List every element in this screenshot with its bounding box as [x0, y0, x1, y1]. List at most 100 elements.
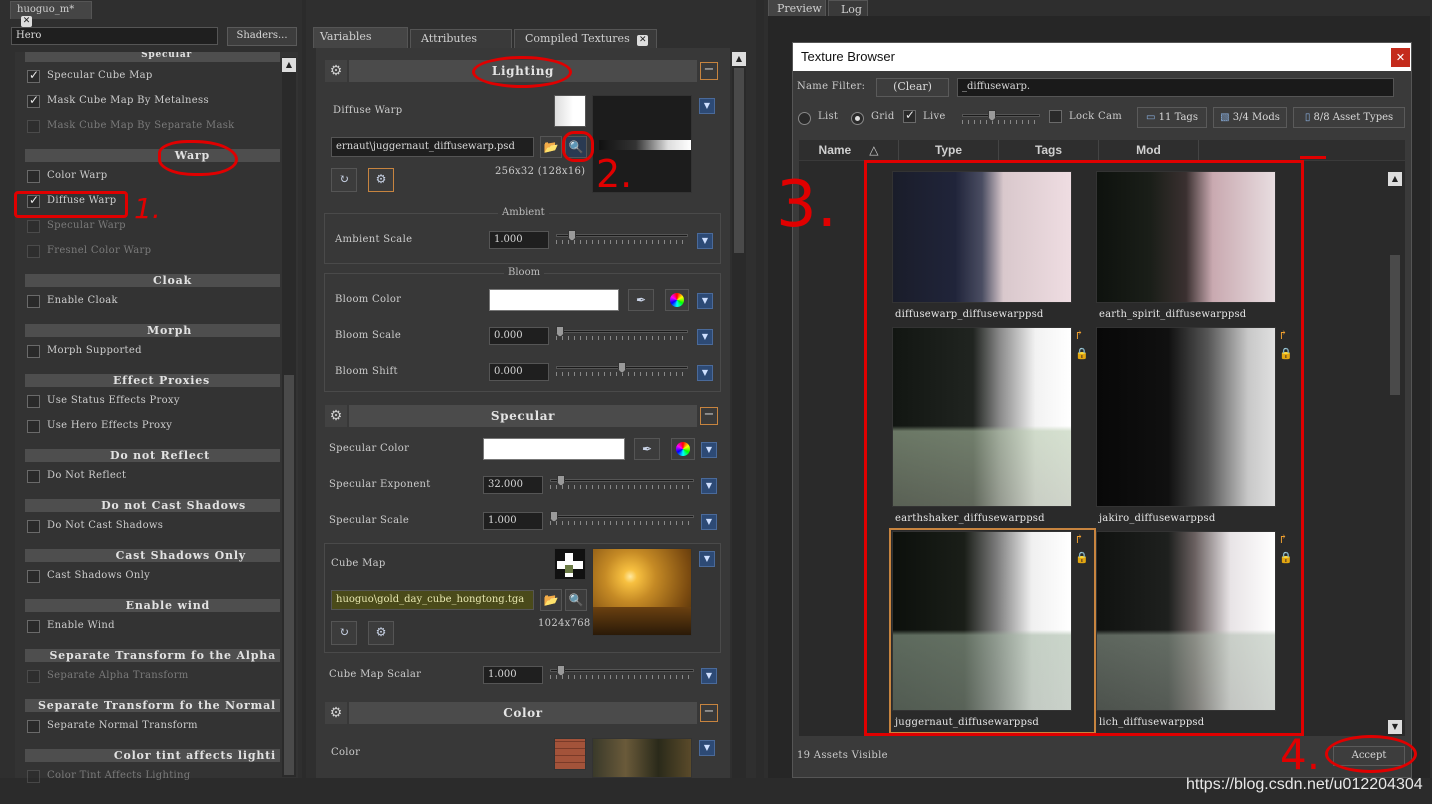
- column-type[interactable]: Type: [899, 140, 999, 160]
- section-0[interactable]: Cloak: [25, 274, 280, 287]
- section-2-option-checkbox[interactable]: [27, 395, 40, 408]
- view-grid-radio[interactable]: [851, 112, 864, 125]
- grid-scroll-thumb[interactable]: [1390, 255, 1400, 395]
- bloom-shift-input[interactable]: 0.000: [489, 363, 549, 381]
- cube-map-scalar-input[interactable]: 1.000: [483, 666, 543, 684]
- lock-cam-checkbox[interactable]: [1049, 110, 1062, 123]
- dialog-close-icon[interactable]: ✕: [1391, 48, 1410, 67]
- section-3[interactable]: Do not Reflect: [25, 449, 280, 462]
- lighting-collapse-button[interactable]: −: [700, 62, 718, 80]
- section-4[interactable]: Do not Cast Shadows: [25, 499, 280, 512]
- shaders-button[interactable]: Shaders...: [227, 27, 297, 46]
- specular-collapse-button[interactable]: −: [700, 407, 718, 425]
- cube-map-scalar-slider[interactable]: [550, 665, 694, 679]
- section-7[interactable]: Separate Transform fo the Alpha: [25, 649, 280, 662]
- tags-filter-button[interactable]: ▭ 11 Tags: [1137, 107, 1207, 128]
- section-3-option-checkbox[interactable]: [27, 470, 40, 483]
- diffuse-warp-path[interactable]: ernaut\juggernaut_diffusewarp.psd: [331, 137, 534, 157]
- name-filter-input[interactable]: _diffusewarp.: [957, 78, 1394, 97]
- tab-variables[interactable]: Variables: [313, 27, 408, 48]
- specular-color-dropdown[interactable]: ▼: [701, 442, 717, 458]
- hero-name-field[interactable]: Hero: [11, 27, 218, 45]
- specular-gear-icon[interactable]: ⚙: [325, 405, 347, 427]
- texture-settings-gear-icon[interactable]: ⚙: [368, 168, 394, 192]
- section-6-option-checkbox[interactable]: [27, 620, 40, 633]
- thumbnail-size-slider[interactable]: [962, 110, 1040, 124]
- specular-scale-slider[interactable]: [550, 511, 694, 525]
- tab-compiled-textures[interactable]: Compiled Textures ✕: [514, 29, 657, 48]
- left-scroll-thumb[interactable]: [284, 375, 294, 775]
- section-1[interactable]: Morph: [25, 324, 280, 337]
- view-list-radio[interactable]: [798, 112, 811, 125]
- browse-folder-icon[interactable]: 📂: [540, 136, 562, 158]
- live-checkbox[interactable]: [903, 108, 916, 123]
- bloom-scale-dropdown[interactable]: ▼: [697, 329, 713, 345]
- ambient-scale-slider[interactable]: [556, 230, 688, 244]
- color-dropdown[interactable]: ▼: [699, 740, 715, 756]
- section-4-option-checkbox[interactable]: [27, 520, 40, 533]
- color-collapse-button[interactable]: −: [700, 704, 718, 722]
- mods-filter-button[interactable]: ▧ 3/4 Mods: [1213, 107, 1287, 128]
- specular-scale-input[interactable]: 1.000: [483, 512, 543, 530]
- specular-scale-dropdown[interactable]: ▼: [701, 514, 717, 530]
- refresh-texture-icon[interactable]: ↻: [331, 621, 357, 645]
- asset-types-filter-button[interactable]: ▯ 8/8 Asset Types: [1293, 107, 1405, 128]
- column-tags[interactable]: Tags: [999, 140, 1099, 160]
- color-group-header[interactable]: Color: [349, 702, 697, 724]
- scroll-up-arrow-icon[interactable]: ▲: [1388, 172, 1402, 186]
- close-icon[interactable]: ✕: [21, 16, 32, 27]
- clear-filter-button[interactable]: (Clear): [876, 78, 949, 97]
- warp-option-0-checkbox[interactable]: [27, 170, 40, 183]
- section-2[interactable]: Effect Proxies: [25, 374, 280, 387]
- scroll-up-arrow-icon[interactable]: ▲: [282, 58, 296, 72]
- lighting-gear-icon[interactable]: ⚙: [325, 60, 347, 82]
- ambient-scale-dropdown[interactable]: ▼: [697, 233, 713, 249]
- middle-scroll-thumb[interactable]: [734, 68, 744, 253]
- texture-settings-gear-icon[interactable]: ⚙: [368, 621, 394, 645]
- tab-attributes[interactable]: Attributes: [410, 29, 512, 48]
- cube-map-path[interactable]: huoguo\gold_day_cube_hongtong.tga: [331, 590, 534, 610]
- bloom-shift-slider[interactable]: [556, 362, 688, 376]
- section-2-option2-checkbox[interactable]: [27, 420, 40, 433]
- eyedropper-icon[interactable]: ✒: [634, 438, 660, 460]
- diffuse-warp-dropdown[interactable]: ▼: [699, 98, 715, 114]
- section-5[interactable]: Cast Shadows Only: [25, 549, 280, 562]
- section-8-option-checkbox[interactable]: [27, 720, 40, 733]
- texture-browser-search-icon[interactable]: 🔍: [565, 589, 587, 611]
- bloom-color-swatch[interactable]: [489, 289, 619, 311]
- section-0-option-checkbox[interactable]: [27, 295, 40, 308]
- section-warp[interactable]: Warp: [25, 149, 280, 162]
- color-gear-icon[interactable]: ⚙: [325, 702, 347, 724]
- bloom-scale-slider[interactable]: [556, 326, 688, 340]
- specular-color-swatch[interactable]: [483, 438, 625, 460]
- option-0-checkbox[interactable]: [27, 68, 40, 83]
- bloom-color-dropdown[interactable]: ▼: [697, 293, 713, 309]
- scroll-down-arrow-icon[interactable]: ▼: [1388, 720, 1402, 734]
- tab-preview[interactable]: Preview: [768, 0, 826, 17]
- color-wheel-icon[interactable]: [671, 438, 695, 460]
- section-6[interactable]: Enable wind: [25, 599, 280, 612]
- specular-group-header[interactable]: Specular: [349, 405, 697, 427]
- section-9[interactable]: Color tint affects lighti: [25, 749, 280, 762]
- column-name[interactable]: Name △: [799, 140, 899, 160]
- section-5-option-checkbox[interactable]: [27, 570, 40, 583]
- section-8[interactable]: Separate Transform fo the Normal: [25, 699, 280, 712]
- section-1-option-checkbox[interactable]: [27, 345, 40, 358]
- cube-map-scalar-dropdown[interactable]: ▼: [701, 668, 717, 684]
- ambient-scale-input[interactable]: 1.000: [489, 231, 549, 249]
- column-mod[interactable]: Mod: [1099, 140, 1199, 160]
- close-icon[interactable]: ✕: [637, 35, 649, 46]
- specular-exponent-slider[interactable]: [550, 475, 694, 489]
- option-1-checkbox[interactable]: [27, 93, 40, 108]
- cube-map-dropdown[interactable]: ▼: [699, 551, 715, 567]
- eyedropper-icon[interactable]: ✒: [628, 289, 654, 311]
- scroll-up-arrow-icon[interactable]: ▲: [732, 52, 746, 66]
- bloom-scale-input[interactable]: 0.000: [489, 327, 549, 345]
- browse-folder-icon[interactable]: 📂: [540, 589, 562, 611]
- bloom-shift-dropdown[interactable]: ▼: [697, 365, 713, 381]
- specular-exponent-dropdown[interactable]: ▼: [701, 478, 717, 494]
- refresh-texture-icon[interactable]: ↻: [331, 168, 357, 192]
- specular-exponent-input[interactable]: 32.000: [483, 476, 543, 494]
- file-tab[interactable]: huoguo_m* ✕: [10, 1, 92, 27]
- color-wheel-icon[interactable]: [665, 289, 689, 311]
